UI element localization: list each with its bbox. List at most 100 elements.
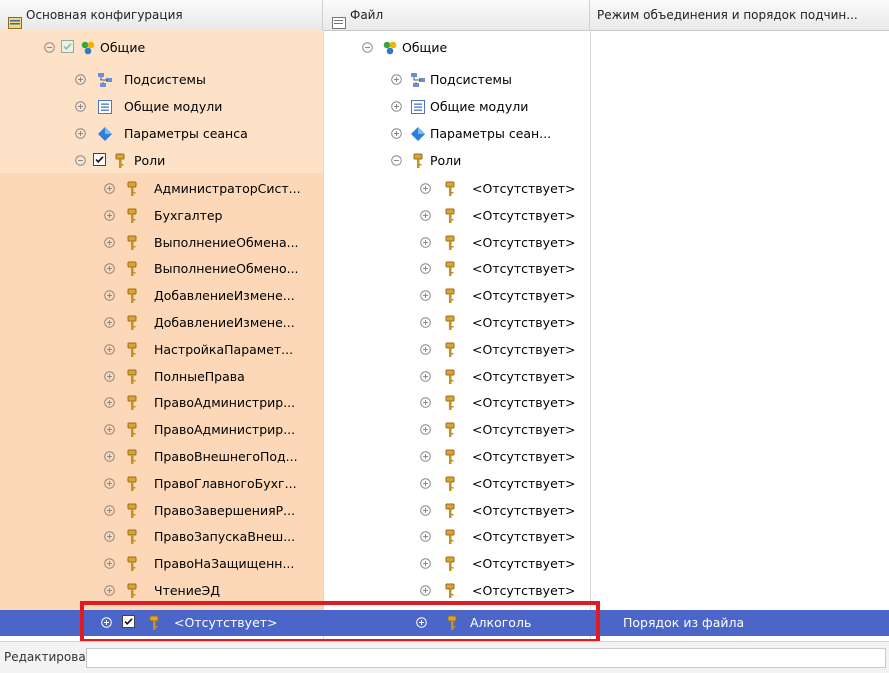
right-node-label[interactable]: <Отсутствует> <box>472 230 576 256</box>
expand-toggle-icon[interactable] <box>420 317 431 328</box>
expand-toggle-icon[interactable] <box>75 155 86 166</box>
role-icon <box>442 181 458 197</box>
expand-toggle-icon[interactable] <box>104 531 115 543</box>
left-node-label[interactable]: ПравоНаЗащищенн... <box>154 551 294 577</box>
expand-toggle-icon[interactable] <box>420 504 431 516</box>
right-node-label[interactable]: Подсистемы <box>430 67 512 93</box>
expand-toggle-icon[interactable] <box>391 128 402 139</box>
edit-field[interactable] <box>86 648 886 668</box>
expand-toggle-icon[interactable] <box>104 424 115 435</box>
expand-toggle-icon[interactable] <box>104 585 115 596</box>
expand-toggle-icon[interactable] <box>104 558 115 569</box>
column-header-file-label: Файл <box>350 8 384 22</box>
left-node-label[interactable]: ПравоАдминистрир... <box>154 417 295 443</box>
right-node-label[interactable]: <Отсутствует> <box>472 524 576 550</box>
right-node-label[interactable]: <Отсутствует> <box>472 364 576 390</box>
expand-toggle-icon[interactable] <box>420 183 431 194</box>
column-header-main-config-label: Основная конфигурация <box>26 8 183 22</box>
role-icon <box>124 583 140 599</box>
expand-toggle-icon[interactable] <box>104 209 115 221</box>
expand-toggle-icon[interactable] <box>391 155 402 166</box>
right-node-label[interactable]: <Отсутствует> <box>472 390 576 416</box>
expand-toggle-icon[interactable] <box>420 290 431 301</box>
expand-toggle-icon[interactable] <box>391 74 402 85</box>
left-node-label[interactable]: ПолныеПрава <box>154 364 245 390</box>
left-node-label[interactable]: НастройкаПарамет... <box>154 337 293 363</box>
right-node-label[interactable]: <Отсутствует> <box>472 471 576 497</box>
column-header-main-config[interactable]: Основная конфигурация <box>0 0 323 30</box>
left-node-label[interactable]: Роли <box>134 148 165 174</box>
tree-row-role: ДобавлениеИзмене... <Отсутствует> <box>0 310 889 336</box>
expand-toggle-icon[interactable] <box>420 585 431 596</box>
expand-toggle-icon[interactable] <box>420 424 431 435</box>
right-node-label[interactable]: <Отсутствует> <box>472 417 576 443</box>
right-node-label[interactable]: Роли <box>430 148 461 174</box>
left-node-label[interactable]: Общие <box>100 35 145 61</box>
right-node-label[interactable]: <Отсутствует> <box>472 176 576 202</box>
right-node-label[interactable]: <Отсутствует> <box>472 551 576 577</box>
right-node-label[interactable]: <Отсутствует> <box>472 256 576 282</box>
expand-toggle-icon[interactable] <box>75 74 86 85</box>
left-node-label[interactable]: Бухгалтер <box>154 203 223 229</box>
left-node-label[interactable]: ВыполнениеОбмена... <box>154 230 299 256</box>
left-node-label[interactable]: Подсистемы <box>124 67 206 93</box>
right-node-label[interactable]: <Отсутствует> <box>472 498 576 524</box>
modules-icon <box>97 99 113 115</box>
right-node-label[interactable]: Общие модули <box>430 94 528 120</box>
expand-toggle-icon[interactable] <box>104 343 115 355</box>
right-node-label[interactable]: <Отсутствует> <box>472 283 576 309</box>
expand-toggle-icon[interactable] <box>420 236 431 248</box>
left-node-label[interactable]: ПравоАдминистрир... <box>154 390 295 416</box>
merge-checkbox[interactable] <box>61 40 75 54</box>
merge-mode-value[interactable]: Порядок из файла <box>623 610 744 636</box>
left-node-label[interactable]: ПравоЗапускаВнеш... <box>154 524 295 550</box>
left-node-label[interactable]: ПравоВнешнегоПод... <box>154 444 298 470</box>
expand-toggle-icon[interactable] <box>362 42 373 53</box>
expand-toggle-icon[interactable] <box>104 263 115 275</box>
role-icon <box>442 503 458 519</box>
right-node-label[interactable]: <Отсутствует> <box>472 444 576 470</box>
left-node-label[interactable]: ПравоГлавногоБухг... <box>154 471 297 497</box>
expand-toggle-icon[interactable] <box>104 183 115 194</box>
right-node-label[interactable]: <Отсутствует> <box>472 310 576 336</box>
right-node-label[interactable]: <Отсутствует> <box>472 203 576 229</box>
expand-toggle-icon[interactable] <box>420 451 431 462</box>
merge-checkbox[interactable] <box>93 153 107 167</box>
expand-toggle-icon[interactable] <box>104 236 115 248</box>
expand-toggle-icon[interactable] <box>104 290 115 301</box>
left-node-label[interactable]: Общие модули <box>124 94 222 120</box>
left-node-label[interactable]: АдминистраторСист... <box>154 176 301 202</box>
expand-toggle-icon[interactable] <box>420 209 431 221</box>
expand-toggle-icon[interactable] <box>44 42 55 53</box>
expand-toggle-icon[interactable] <box>420 558 431 569</box>
expand-toggle-icon[interactable] <box>420 370 431 382</box>
column-header-file[interactable]: Файл <box>324 0 590 30</box>
left-node-label[interactable]: Параметры сеанса <box>124 121 248 147</box>
expand-toggle-icon[interactable] <box>104 451 115 462</box>
expand-toggle-icon[interactable] <box>104 504 115 516</box>
expand-toggle-icon[interactable] <box>104 370 115 382</box>
expand-toggle-icon[interactable] <box>75 128 86 139</box>
expand-toggle-icon[interactable] <box>420 477 431 489</box>
left-node-label[interactable]: ДобавлениеИзмене... <box>154 283 295 309</box>
expand-toggle-icon[interactable] <box>104 317 115 328</box>
left-node-label[interactable]: ВыполнениеОбмено... <box>154 256 299 282</box>
expand-toggle-icon[interactable] <box>420 263 431 275</box>
tree-row-role: АдминистраторСист... <Отсутствует> <box>0 176 889 202</box>
expand-toggle-icon[interactable] <box>420 531 431 543</box>
expand-toggle-icon[interactable] <box>104 397 115 409</box>
role-icon <box>124 208 140 224</box>
expand-toggle-icon[interactable] <box>75 101 86 112</box>
expand-toggle-icon[interactable] <box>420 343 431 355</box>
right-node-label[interactable]: <Отсутствует> <box>472 337 576 363</box>
right-node-label[interactable]: Общие <box>402 35 447 61</box>
role-icon <box>442 529 458 545</box>
left-node-label[interactable]: ПравоЗавершенияР... <box>154 498 295 524</box>
expand-toggle-icon[interactable] <box>391 101 402 112</box>
right-node-label[interactable]: Параметры сеан... <box>430 121 551 147</box>
expand-toggle-icon[interactable] <box>104 477 115 489</box>
expand-toggle-icon[interactable] <box>420 397 431 409</box>
column-header-merge-mode[interactable]: Режим объединения и порядок подчин... <box>591 0 889 30</box>
left-node-label[interactable]: ДобавлениеИзмене... <box>154 310 295 336</box>
status-bar: Редактирование: <box>0 641 889 673</box>
